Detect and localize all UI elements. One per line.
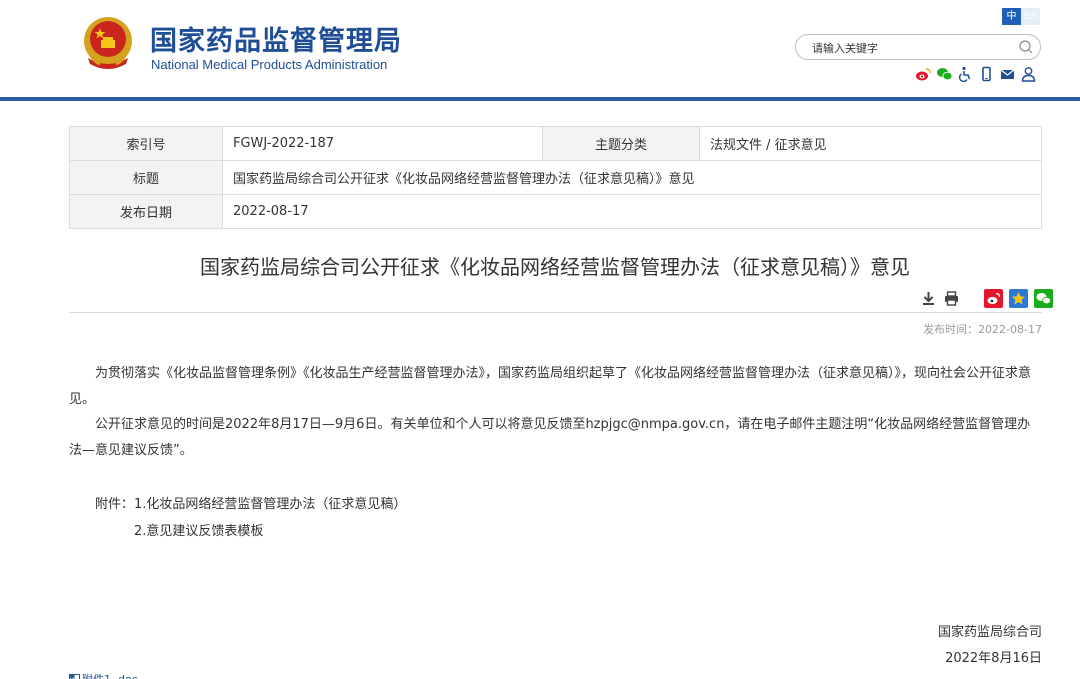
site-header: 国家药品监督管理局 National Medical Products Admi… — [0, 0, 1080, 98]
search-icon[interactable] — [1018, 39, 1034, 55]
header-shortcuts — [915, 66, 1037, 82]
tools-spacer — [966, 290, 978, 307]
attachment-link-text[interactable]: 附件1 .doc — [82, 671, 138, 679]
title-divider — [69, 312, 1042, 313]
weibo-icon[interactable] — [915, 66, 932, 82]
category-value: 法规文件 / 征求意见 — [699, 126, 1042, 161]
signature-org: 国家药监局综合司 — [937, 625, 1042, 640]
article-info-table: 索引号 FGWJ-2022-187 主题分类 法规文件 / 征求意见 标题 国家… — [69, 126, 1042, 229]
attachment-item-2: 2.意见建议反馈表模板 — [134, 524, 264, 539]
search-box[interactable]: 请输入关键字 — [795, 34, 1041, 60]
signature-block: 国家药监局综合司 2022年8月16日 — [938, 620, 1042, 672]
table-row: 标题 国家药监局综合司公开征求《化妆品网络经营监督管理办法（征求意见稿）》意见 — [69, 160, 1042, 195]
share-wechat-icon[interactable] — [1034, 289, 1053, 308]
lang-en-button[interactable]: En — [1021, 8, 1040, 25]
article-title: 国家药监局综合司公开征求《化妆品网络经营监督管理办法（征求意见稿）》意见 — [200, 255, 910, 279]
article-paragraph-2: 公开征求意见的时间是2022年8月17日—9月6日。有关单位和个人可以将意见反馈… — [69, 417, 1031, 458]
title-label: 标题 — [69, 160, 223, 195]
attachment-download-link[interactable]: W 附件1 .doc — [69, 671, 138, 679]
site-logo-title[interactable]: 国家药品监督管理局 — [150, 19, 402, 58]
word-document-icon: W — [69, 673, 80, 679]
publish-time-value: 2022-08-17 — [978, 323, 1042, 336]
accessibility-icon[interactable] — [957, 66, 974, 82]
language-switch: 中 En — [1002, 8, 1040, 25]
table-row: 发布日期 2022-08-17 — [69, 194, 1042, 229]
date-value: 2022-08-17 — [222, 194, 1042, 229]
lang-zh-button[interactable]: 中 — [1002, 8, 1021, 25]
wechat-icon[interactable] — [936, 66, 953, 82]
user-icon[interactable] — [1020, 66, 1037, 82]
article-tools — [920, 289, 1053, 308]
share-weibo-icon[interactable] — [984, 289, 1003, 308]
date-label: 发布日期 — [69, 194, 223, 229]
category-label: 主题分类 — [542, 126, 700, 161]
print-icon[interactable] — [943, 290, 960, 307]
publish-time: 发布时间：2022-08-17 — [923, 321, 1042, 337]
search-input[interactable]: 请输入关键字 — [812, 40, 878, 56]
table-row: 索引号 FGWJ-2022-187 主题分类 法规文件 / 征求意见 — [69, 126, 1042, 161]
download-icon[interactable] — [920, 290, 937, 307]
header-divider — [0, 97, 1080, 101]
mail-icon[interactable] — [999, 66, 1016, 82]
mobile-icon[interactable] — [978, 66, 995, 82]
index-value: FGWJ-2022-187 — [222, 126, 543, 161]
attachments-list: 附件：1.化妆品网络经营监督管理办法（征求意见稿） 2.意见建议反馈表模板 — [95, 491, 406, 545]
national-emblem-icon — [84, 17, 132, 69]
publish-time-label: 发布时间： — [923, 323, 979, 336]
site-logo-subtitle[interactable]: National Medical Products Administration — [151, 57, 387, 72]
title-value: 国家药监局综合司公开征求《化妆品网络经营监督管理办法（征求意见稿）》意见 — [222, 160, 1042, 195]
article-paragraph-1: 为贯彻落实《化妆品监督管理条例》《化妆品生产经营监督管理办法》，国家药监局组织起… — [69, 366, 1032, 407]
share-favorite-icon[interactable] — [1009, 289, 1028, 308]
signature-date: 2022年8月16日 — [945, 651, 1042, 666]
attachment-item-1: 附件：1.化妆品网络经营监督管理办法（征求意见稿） — [95, 497, 407, 512]
index-label: 索引号 — [69, 126, 223, 161]
